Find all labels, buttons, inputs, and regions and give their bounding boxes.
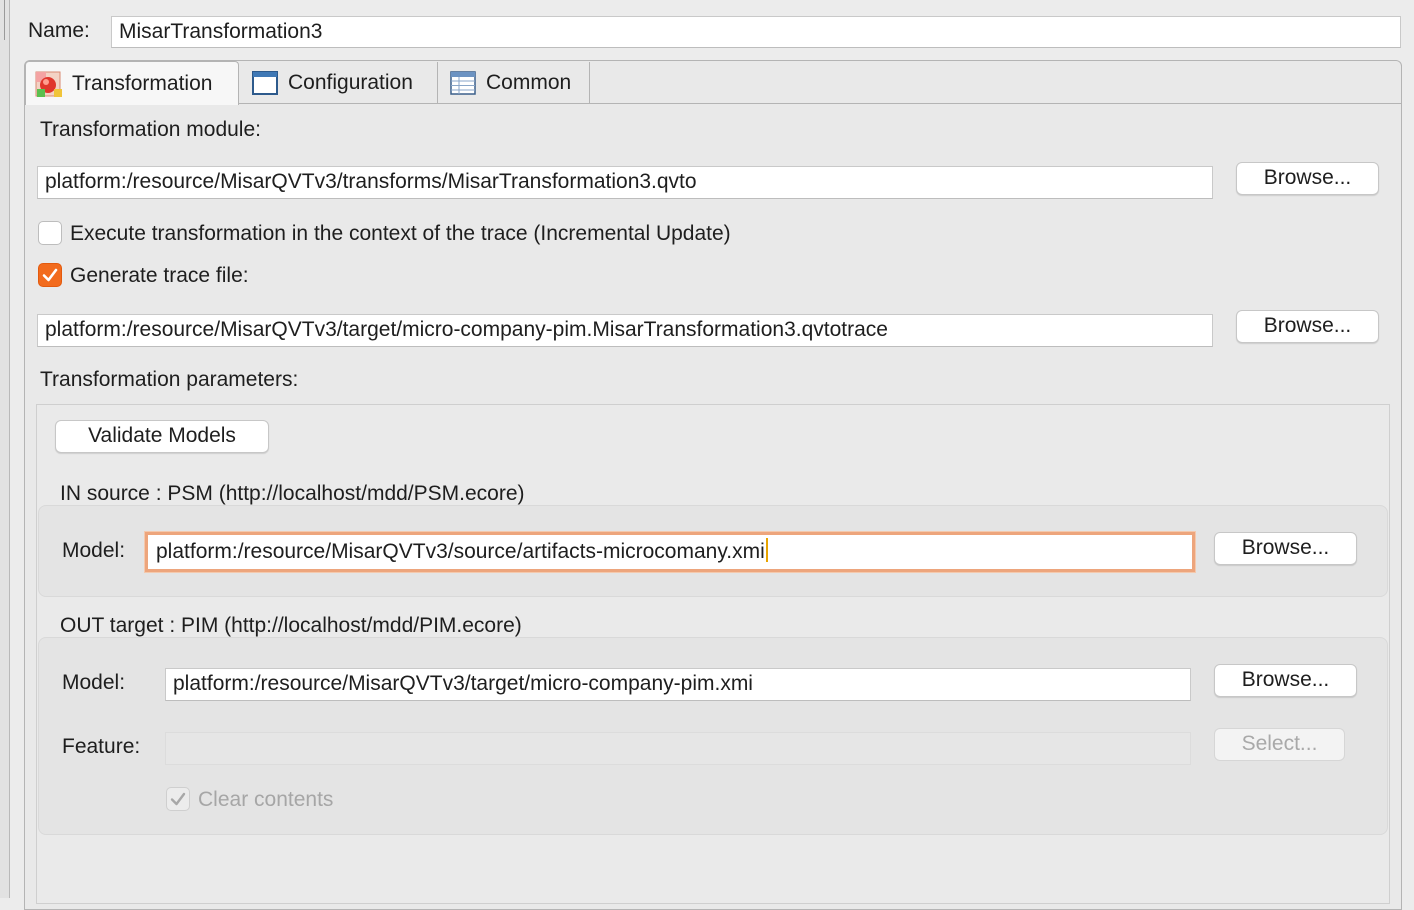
module-label: Transformation module: <box>40 118 261 141</box>
incremental-checkbox[interactable] <box>38 221 62 245</box>
incremental-label: Execute transformation in the context of… <box>70 222 731 245</box>
in-browse-button[interactable]: Browse... <box>1214 532 1357 565</box>
in-param-header: IN source : PSM (http://localhost/mdd/PS… <box>60 482 525 505</box>
in-model-value: platform:/resource/MisarQVTv3/source/art… <box>156 540 765 563</box>
feature-select-button: Select... <box>1214 728 1345 761</box>
table-icon <box>450 71 476 95</box>
clear-contents-label: Clear contents <box>198 788 334 811</box>
text-caret <box>765 538 768 562</box>
tab-configuration[interactable]: Configuration <box>242 62 438 104</box>
transformation-icon <box>35 71 62 97</box>
module-browse-button[interactable]: Browse... <box>1236 162 1379 195</box>
window-left-edge <box>0 0 10 898</box>
tab-common[interactable]: Common <box>440 62 590 104</box>
in-model-label: Model: <box>62 539 126 562</box>
window-icon <box>252 71 278 95</box>
name-label: Name: <box>28 19 90 42</box>
tab-transformation-label: Transformation <box>72 71 213 95</box>
out-model-input[interactable]: platform:/resource/MisarQVTv3/target/mic… <box>165 668 1191 701</box>
checkmark-icon <box>42 268 58 282</box>
clear-contents-checkbox <box>166 787 190 811</box>
tab-configuration-label: Configuration <box>288 71 413 94</box>
tab-common-label: Common <box>486 71 572 94</box>
in-model-input[interactable]: platform:/resource/MisarQVTv3/source/art… <box>145 532 1195 572</box>
feature-input <box>165 732 1191 765</box>
window-left-edge-line <box>4 0 5 40</box>
out-browse-button[interactable]: Browse... <box>1214 664 1357 697</box>
checkmark-icon <box>170 792 186 806</box>
tab-transformation[interactable]: Transformation <box>25 61 239 105</box>
trace-input[interactable]: platform:/resource/MisarQVTv3/target/mic… <box>37 314 1213 347</box>
params-label: Transformation parameters: <box>40 368 299 391</box>
out-param-header: OUT target : PIM (http://localhost/mdd/P… <box>60 614 522 637</box>
trace-label: Generate trace file: <box>70 264 249 287</box>
trace-browse-button[interactable]: Browse... <box>1236 310 1379 343</box>
out-model-label: Model: <box>62 671 126 694</box>
trace-checkbox[interactable] <box>38 263 62 287</box>
validate-models-button[interactable]: Validate Models <box>55 420 269 453</box>
feature-label: Feature: <box>62 735 141 758</box>
name-input[interactable]: MisarTransformation3 <box>111 16 1401 48</box>
module-input[interactable]: platform:/resource/MisarQVTv3/transforms… <box>37 166 1213 199</box>
